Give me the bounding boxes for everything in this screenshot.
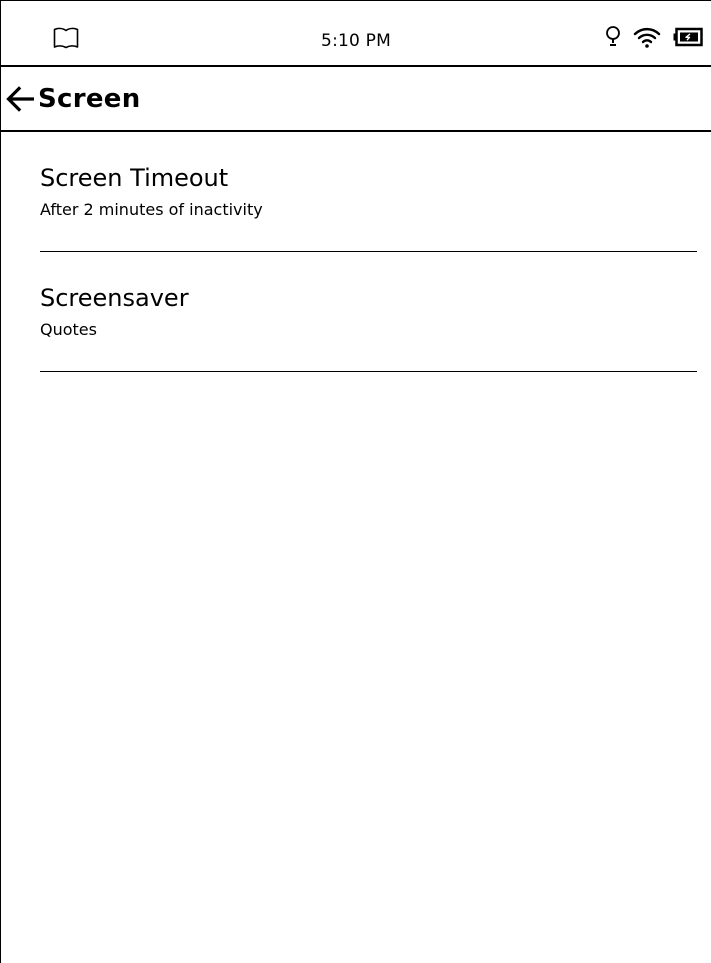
- arrow-left-icon[interactable]: [5, 85, 35, 112]
- setting-screensaver[interactable]: Screensaver Quotes: [40, 252, 697, 372]
- setting-screen-timeout[interactable]: Screen Timeout After 2 minutes of inacti…: [40, 132, 697, 252]
- device-screen: 5:10 PM Screen Screen Timeout After 2 mi…: [0, 0, 711, 963]
- setting-title: Screen Timeout: [40, 164, 229, 192]
- setting-title: Screensaver: [40, 284, 189, 312]
- battery-charging-icon[interactable]: [673, 27, 703, 51]
- back-button[interactable]: [1, 67, 35, 130]
- status-icons: [605, 25, 703, 53]
- setting-value: After 2 minutes of inactivity: [40, 200, 263, 219]
- setting-value: Quotes: [40, 320, 97, 339]
- page-title: Screen: [38, 83, 141, 114]
- wifi-icon[interactable]: [633, 25, 661, 53]
- lightbulb-icon[interactable]: [605, 25, 621, 53]
- settings-list: Screen Timeout After 2 minutes of inacti…: [1, 132, 711, 372]
- header-bar: Screen: [1, 67, 711, 132]
- status-bar: 5:10 PM: [1, 1, 711, 67]
